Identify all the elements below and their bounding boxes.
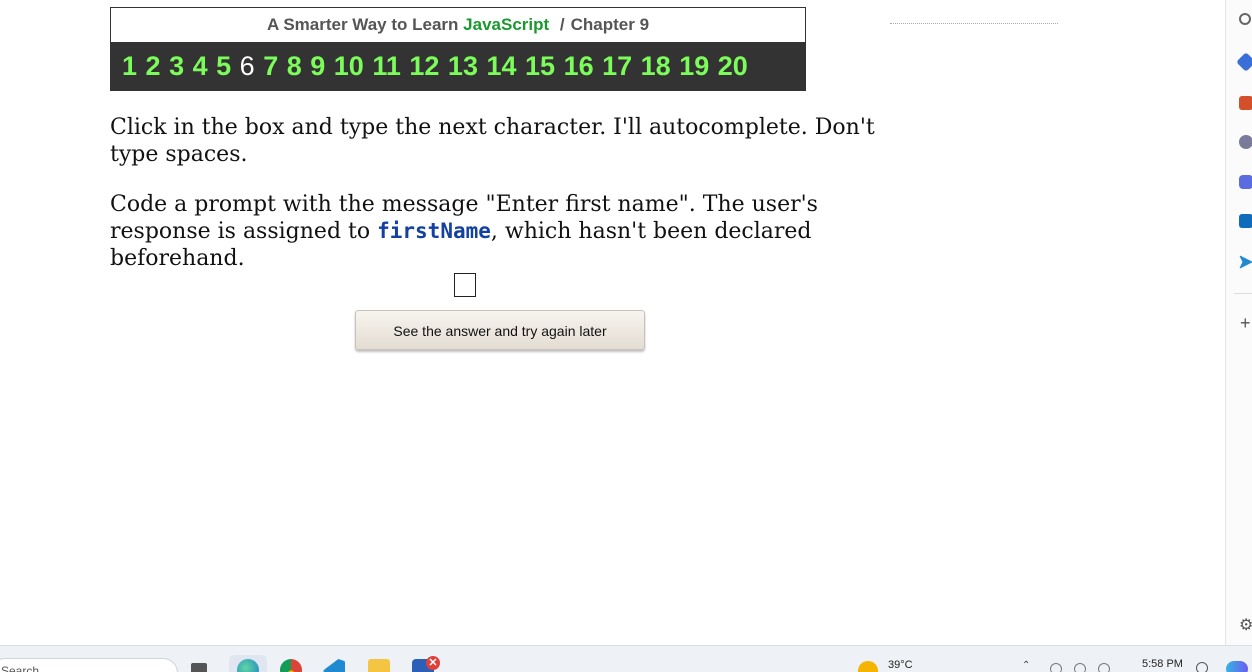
network-icon[interactable] — [1050, 663, 1062, 672]
taskbar: Search 39°C ⌃ 5:58 PM — [0, 645, 1252, 672]
temperature[interactable]: 39°C — [888, 659, 913, 671]
exercise-prompt: Code a prompt with the message "Enter fi… — [110, 191, 900, 272]
code-variable: firstName — [377, 219, 491, 243]
chapter-link-16[interactable]: 16 — [564, 51, 594, 82]
search-icon[interactable] — [1239, 13, 1251, 25]
weather-icon[interactable] — [858, 661, 878, 672]
chapter-link-12[interactable]: 12 — [409, 51, 439, 82]
chapter-link-14[interactable]: 14 — [486, 51, 516, 82]
vscode-icon[interactable] — [323, 659, 345, 672]
chapter-link-11[interactable]: 11 — [372, 51, 401, 82]
briefcase-icon[interactable] — [1239, 96, 1252, 110]
answer-input[interactable] — [454, 273, 476, 297]
plus-icon[interactable]: + — [1240, 314, 1251, 332]
chrome-icon[interactable] — [280, 659, 302, 672]
clock[interactable]: 5:58 PM — [1142, 658, 1183, 670]
title-javascript[interactable]: JavaScript — [463, 15, 549, 34]
chapter-link-2[interactable]: 2 — [146, 51, 161, 82]
page-title: A Smarter Way to Learn JavaScript / Chapt… — [111, 8, 805, 42]
instructions: Click in the box and type the next chara… — [110, 114, 900, 295]
chapter-link-17[interactable]: 17 — [602, 51, 632, 82]
folder-icon[interactable] — [368, 659, 390, 672]
task-view-icon[interactable] — [191, 663, 207, 672]
taskbar-search[interactable]: Search — [0, 658, 178, 672]
copilot-icon[interactable] — [1239, 175, 1252, 189]
gear-icon[interactable]: ⚙ — [1239, 618, 1252, 634]
people-icon[interactable] — [1239, 135, 1252, 149]
close-badge-icon: ✕ — [426, 656, 440, 670]
chapter-label: Chapter 9 — [570, 15, 650, 34]
chapter-link-13[interactable]: 13 — [448, 51, 478, 82]
divider — [890, 23, 1058, 24]
title-separator: / — [559, 15, 565, 34]
chapter-link-9[interactable]: 9 — [310, 51, 325, 82]
sidebar-divider — [1234, 293, 1252, 294]
chapter-link-10[interactable]: 10 — [334, 51, 364, 82]
tag-icon[interactable] — [1236, 52, 1252, 72]
instruction-text: Click in the box and type the next chara… — [110, 115, 875, 167]
volume-icon[interactable] — [1074, 663, 1086, 672]
chevron-up-icon[interactable]: ⌃ — [1022, 660, 1030, 671]
browser-sidebar: + ⚙ — [1225, 0, 1252, 645]
battery-icon[interactable] — [1098, 663, 1110, 672]
chapter-nav: 1 2 3 4 5 6 7 8 9 10 11 12 13 14 15 16 17 18 19 20 — [111, 42, 805, 90]
see-answer-button[interactable]: See the answer and try again later — [355, 310, 645, 350]
lesson-header: A Smarter Way to Learn JavaScript / Chapt… — [110, 7, 806, 91]
chapter-link-4[interactable]: 4 — [193, 51, 208, 82]
chapter-link-1[interactable]: 1 — [122, 51, 137, 82]
send-icon[interactable] — [1239, 255, 1252, 269]
copilot-taskbar-icon[interactable] — [1226, 661, 1248, 672]
title-prefix: A Smarter Way to Learn — [266, 15, 459, 34]
chapter-link-20[interactable]: 20 — [718, 51, 748, 82]
chapter-link-18[interactable]: 18 — [641, 51, 671, 82]
chapter-link-3[interactable]: 3 — [169, 51, 184, 82]
chapter-link-19[interactable]: 19 — [679, 51, 709, 82]
chapter-link-6[interactable]: 6 — [240, 51, 255, 82]
notification-icon[interactable] — [1196, 662, 1208, 672]
chapter-link-5[interactable]: 5 — [216, 51, 231, 82]
chapter-link-15[interactable]: 15 — [525, 51, 555, 82]
chapter-link-8[interactable]: 8 — [287, 51, 302, 82]
outlook-icon[interactable] — [1239, 214, 1252, 228]
chapter-link-7[interactable]: 7 — [263, 51, 278, 82]
